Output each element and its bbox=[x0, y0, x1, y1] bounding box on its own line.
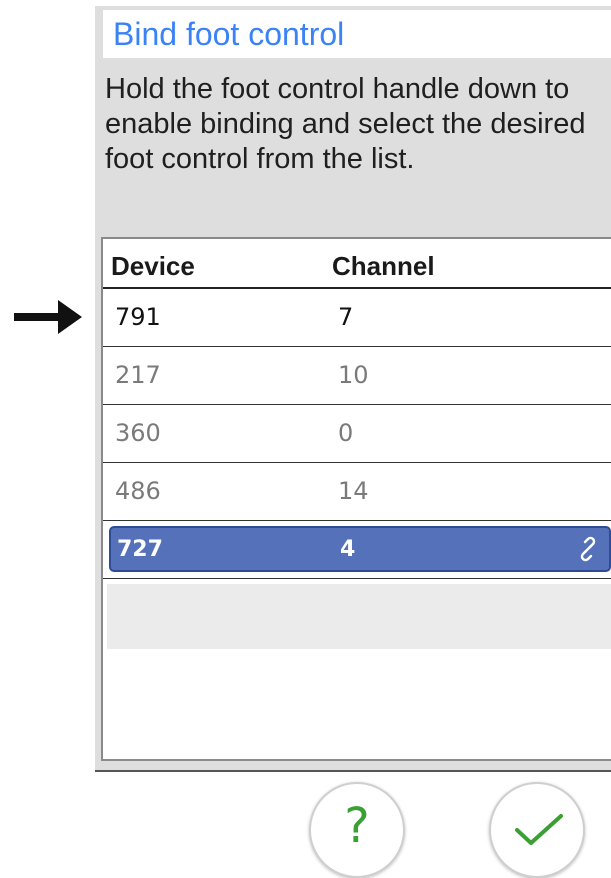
channel-cell: 7 bbox=[338, 303, 354, 331]
selected-row-highlight[interactable]: 727 4 bbox=[109, 526, 611, 572]
instructions-text: Hold the foot control handle down to ena… bbox=[105, 73, 586, 175]
device-cell: 486 bbox=[115, 477, 161, 505]
device-cell: 791 bbox=[115, 303, 161, 331]
column-header-device: Device bbox=[111, 251, 195, 281]
bind-foot-control-dialog: Bind foot control Hold the foot control … bbox=[95, 6, 611, 770]
right-arrow-icon bbox=[14, 300, 82, 334]
channel-cell: 0 bbox=[338, 419, 354, 447]
list-header: Device Channel bbox=[103, 239, 611, 289]
foot-control-list[interactable]: Device Channel 791 7 217 10 360 0 486 14… bbox=[101, 237, 611, 761]
help-icon: ? bbox=[344, 798, 370, 854]
dialog-title: Bind foot control bbox=[113, 16, 345, 52]
channel-cell: 4 bbox=[340, 537, 356, 562]
list-empty-area bbox=[107, 584, 611, 649]
channel-cell: 10 bbox=[338, 361, 369, 389]
device-cell: 360 bbox=[115, 419, 161, 447]
table-row[interactable]: 486 14 bbox=[103, 463, 611, 521]
confirm-button[interactable] bbox=[489, 782, 585, 878]
footer-divider bbox=[95, 770, 611, 772]
help-button[interactable]: ? bbox=[309, 782, 405, 878]
device-cell: 727 bbox=[117, 537, 163, 562]
link-icon bbox=[580, 536, 596, 562]
dialog-title-bar: Bind foot control bbox=[103, 10, 611, 58]
table-row-selected[interactable]: 727 4 bbox=[103, 521, 611, 579]
table-row[interactable]: 360 0 bbox=[103, 405, 611, 463]
column-header-channel: Channel bbox=[332, 251, 435, 281]
checkmark-icon bbox=[515, 814, 563, 845]
table-row[interactable]: 791 7 bbox=[103, 289, 611, 347]
table-row[interactable]: 217 10 bbox=[103, 347, 611, 405]
device-cell: 217 bbox=[115, 361, 161, 389]
channel-cell: 14 bbox=[338, 477, 369, 505]
